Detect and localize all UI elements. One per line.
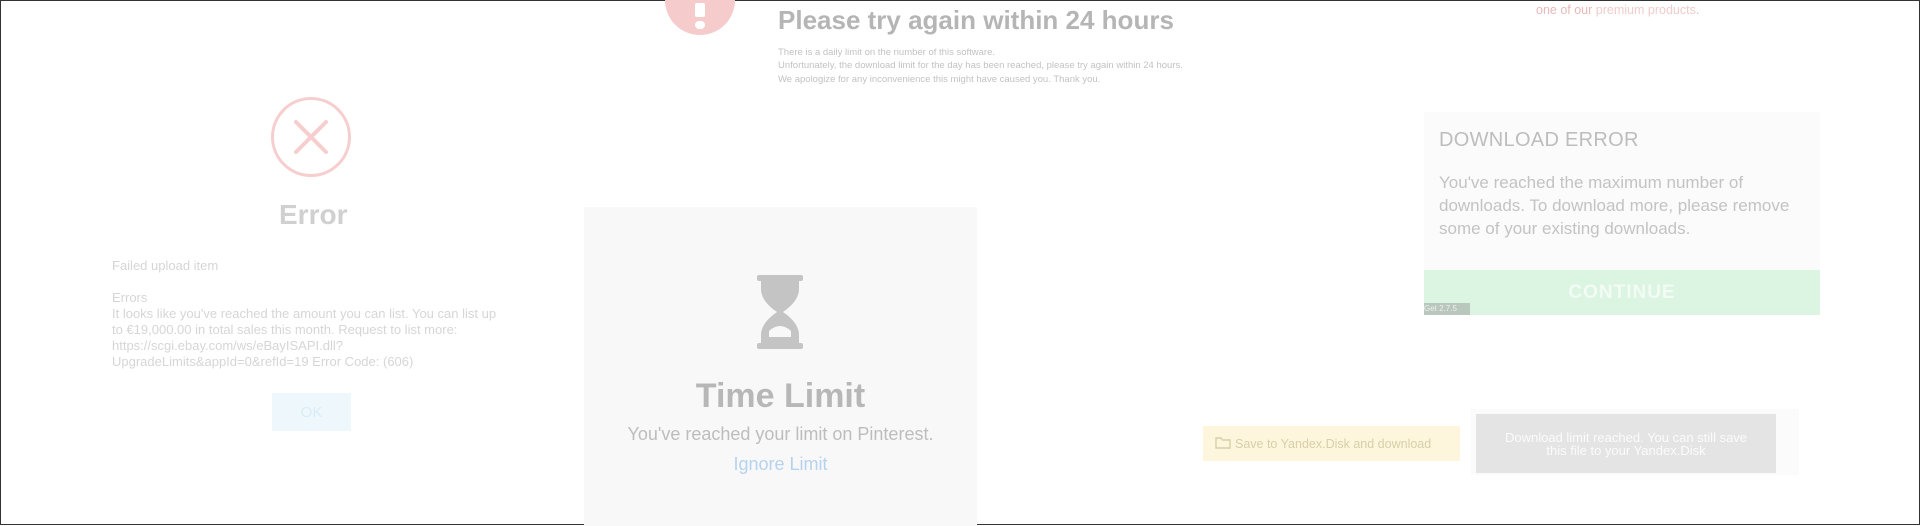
time-limit-subtitle: You've reached your limit on Pinterest. <box>627 424 934 444</box>
time-limit-card <box>584 207 977 526</box>
retry-line: There is a daily limit on the number of … <box>778 47 996 58</box>
disk-icon <box>1215 435 1231 454</box>
save-to-yandex-button[interactable]: Save to Yandex.Disk and download <box>1203 426 1460 461</box>
download-limit-tooltip-text: Download limit reached. You can still sa… <box>1504 429 1748 458</box>
retry-line: We apologize for any inconvenience this … <box>778 74 1101 85</box>
continue-button[interactable]: CONTINUE <box>1424 270 1820 315</box>
errors-label: Errors <box>112 290 148 305</box>
premium-products-link[interactable]: premium products <box>1596 3 1696 17</box>
premium-prefix: one of our <box>1536 3 1593 17</box>
version-badge: Get 2.7.5 <box>1424 303 1470 315</box>
ok-button[interactable]: OK <box>272 393 351 431</box>
retry-title: Please try again within 24 hours <box>778 5 1174 35</box>
premium-suffix: . <box>1695 3 1700 17</box>
error-title: Error <box>279 199 348 230</box>
time-limit-title: Time Limit <box>695 377 866 415</box>
close-circle-icon <box>271 97 351 177</box>
error-message: It looks like you've reached the amount … <box>112 306 497 369</box>
premium-promo: one of our premium products. <box>1536 3 1699 17</box>
download-error-message: You've reached the maximum number of dow… <box>1439 173 1790 238</box>
hourglass-icon <box>755 275 805 354</box>
failed-upload-label: Failed upload item <box>112 258 219 273</box>
warning-icon <box>665 0 735 35</box>
retry-line: Unfortunately, the download limit for th… <box>778 60 1183 71</box>
ignore-limit-link[interactable]: Ignore Limit <box>584 454 977 475</box>
download-limit-tooltip: Download limit reached. You can still sa… <box>1476 414 1776 473</box>
download-error-title: DOWNLOAD ERROR <box>1439 129 1639 151</box>
